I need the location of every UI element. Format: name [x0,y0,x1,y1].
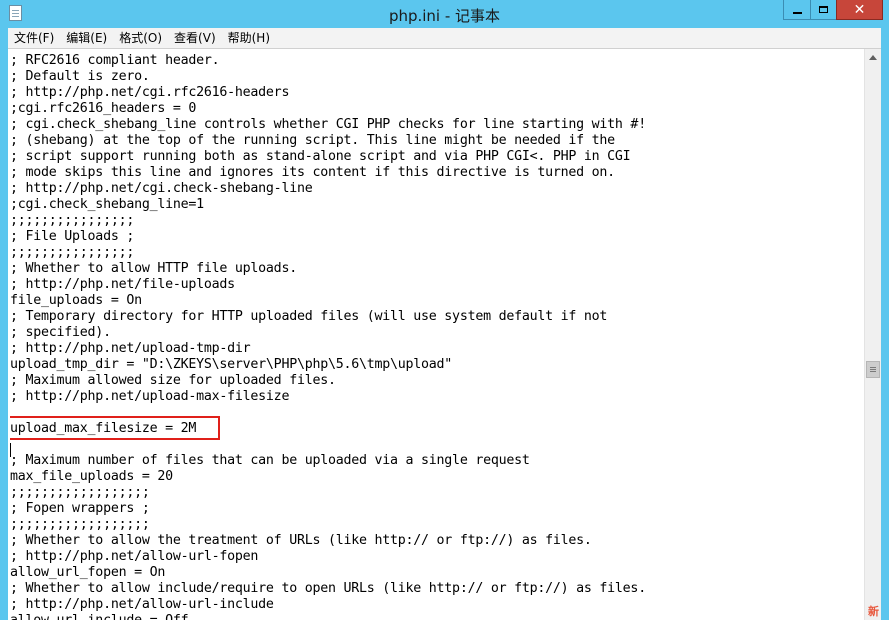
editor-line: ;;;;;;;;;;;;;;;; [10,245,135,260]
editor-line: ; Whether to allow the treatment of URLs… [10,533,592,548]
editor-line: ; mode skips this line and ignores its c… [10,165,615,180]
editor-line: ; script support running both as stand-a… [10,149,631,164]
close-button[interactable]: ✕ [836,0,883,20]
editor-line: ; http://php.net/upload-max-filesize [10,389,290,404]
title-bar[interactable]: php.ini - 记事本 ✕ [0,0,889,28]
editor-line: allow_url_include = Off [10,613,862,620]
arrow-up-icon [869,55,877,60]
editor-line: ;cgi.rfc2616_headers = 0 [10,101,197,116]
menu-edit[interactable]: 编辑(E) [60,28,113,48]
scroll-up-button[interactable] [865,49,881,66]
editor-line: ; Default is zero. [10,69,150,84]
editor-line: file_uploads = On [10,293,142,308]
editor-line: ; Maximum number of files that can be up… [10,453,530,468]
text-editor[interactable]: ; RFC2616 compliant header.; Default is … [8,48,881,620]
editor-line: upload_tmp_dir = "D:\ZKEYS\server\PHP\ph… [10,357,453,372]
minimize-icon [792,11,802,14]
minimize-button[interactable] [783,0,810,20]
editor-line: ; Maximum allowed size for uploaded file… [10,373,336,388]
editor-line: max_file_uploads = 20 [10,469,173,484]
maximize-icon [819,6,828,13]
editor-line: ; File Uploads ; [10,229,135,244]
editor-line: ; Fopen wrappers ; [10,501,150,516]
notepad-window: php.ini - 记事本 ✕ 文件(F) 编辑(E) 格式(O) 查看(V) … [0,0,889,620]
maximize-button[interactable] [810,0,836,20]
vertical-scrollbar[interactable]: 新 [864,49,881,620]
editor-line: ; cgi.check_shebang_line controls whethe… [10,117,646,132]
grip-icon [870,367,876,368]
menu-format[interactable]: 格式(O) [113,28,168,48]
text-caret [10,443,11,457]
editor-line: ; RFC2616 compliant header. [10,53,220,68]
editor-line: ;cgi.check_shebang_line=1 [10,197,204,212]
highlight-annotation [10,416,220,440]
editor-line: ; (shebang) at the top of the running sc… [10,133,615,148]
editor-line: ; http://php.net/cgi.check-shebang-line [10,181,313,196]
corner-watermark: 新 [868,605,879,618]
editor-line: allow_url_fopen = On [10,565,166,580]
scroll-thumb[interactable] [866,361,880,378]
editor-line: ; Whether to allow HTTP file uploads. [10,261,297,276]
menu-bar: 文件(F) 编辑(E) 格式(O) 查看(V) 帮助(H) [8,28,881,48]
editor-line: ; http://php.net/allow-url-fopen [10,549,259,564]
editor-line: ; Whether to allow include/require to op… [10,581,646,596]
editor-line: ; specified). [10,325,111,340]
editor-line: ; http://php.net/allow-url-include [10,597,274,612]
editor-line: ;;;;;;;;;;;;;;;;;; [10,517,150,532]
caption-buttons: ✕ [783,0,883,21]
menu-help[interactable]: 帮助(H) [222,28,276,48]
menu-file[interactable]: 文件(F) [8,28,60,48]
window-title: php.ini - 记事本 [388,7,501,25]
editor-text-area[interactable]: ; RFC2616 compliant header.; Default is … [10,53,862,620]
editor-line: ; Temporary directory for HTTP uploaded … [10,309,608,324]
editor-line: ; http://php.net/file-uploads [10,277,235,292]
close-icon: ✕ [853,1,866,18]
menu-view[interactable]: 查看(V) [168,28,222,48]
editor-line: ;;;;;;;;;;;;;;;; [10,213,135,228]
editor-line: ;;;;;;;;;;;;;;;;;; [10,485,150,500]
editor-line: ; http://php.net/upload-tmp-dir [10,341,251,356]
editor-line: ; http://php.net/cgi.rfc2616-headers [10,85,290,100]
